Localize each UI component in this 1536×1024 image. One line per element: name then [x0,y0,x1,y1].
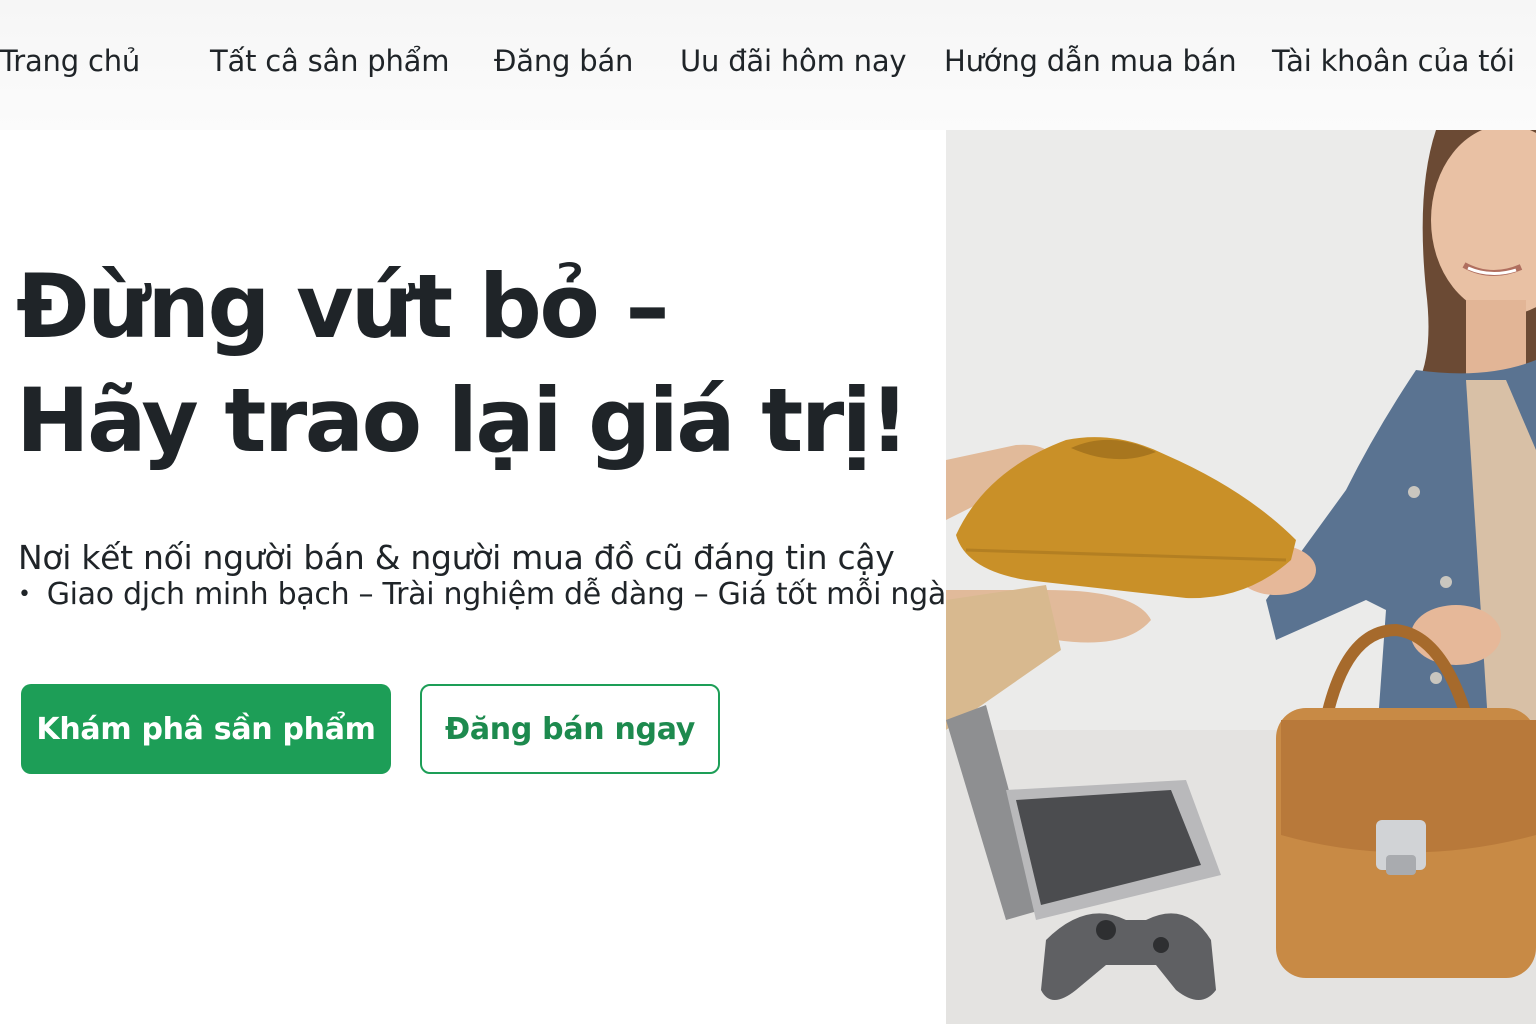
hero-photo [946,130,1536,1024]
explore-products-button[interactable]: Khám phâ sần phẩm [21,684,391,774]
hero-features-text: Giao djch minh bạch – Trài nghiệm dễ dàn… [46,577,964,612]
nav-item-post-listing[interactable]: Đăng bán [494,44,633,78]
hero-title-line2: Hãy trao lại giá trị! [16,369,910,472]
hero-title: Đừng vứt bỏ – Hãy trao lại giá trị! [16,250,910,478]
nav-item-home[interactable]: Trang chủ [0,44,140,78]
nav-item-buying-guide[interactable]: Hướng dẫn mua bán [944,44,1237,78]
nav-item-my-account[interactable]: Tài khoân của tói [1272,44,1515,78]
post-listing-now-button[interactable]: Đăng bán ngay [420,684,720,774]
hero-title-line1: Đừng vứt bỏ – [16,255,669,358]
bullet-icon: • [18,582,31,607]
hero-subtitle: Nơi kết nối người bán & người mua đồ cũ … [18,538,895,577]
top-navigation: Trang chủ Tất câ sân phẩm Đăng bán Uu đã… [0,0,1536,130]
nav-item-all-products[interactable]: Tất câ sân phẩm [210,44,449,78]
nav-item-deals-today[interactable]: Uu đãi hôm nay [680,44,907,78]
hero-features: • Giao djch minh bạch – Trài nghiệm dễ d… [18,577,964,612]
